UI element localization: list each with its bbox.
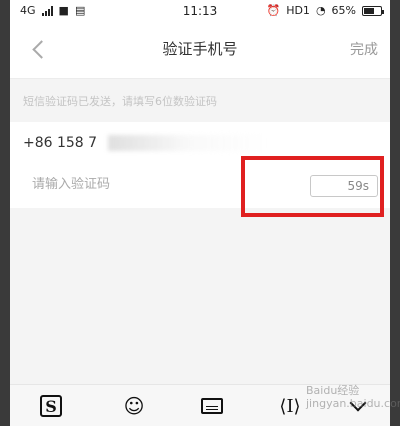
battery-label: 65% [331, 4, 356, 17]
sms-hint: 短信验证码已发送，请填写6位数验证码 [10, 87, 390, 117]
page-title: 验证手机号 [162, 40, 238, 58]
emoji-icon[interactable]: ☺ [122, 394, 146, 418]
battery-icon [362, 5, 384, 16]
annotation-highlight-box [241, 156, 384, 217]
cursor-icon[interactable]: ⟨I⟩ [278, 395, 302, 417]
device-bezel-right [390, 0, 400, 426]
hd-label: HD1 [286, 4, 310, 17]
status-right: ⏰ HD1 ◔ 65% [266, 4, 384, 17]
device-bezel-left [0, 0, 10, 426]
watermark: Baidu经验 jingyan.baidu.com [306, 384, 400, 410]
status-bar: 4G ■ ▤ 11:13 ⏰ HD1 ◔ 65% [10, 0, 390, 22]
phone-number-mask [108, 135, 268, 151]
phone-number: +86 158 7 [23, 135, 98, 151]
wifi-icon: ◔ [315, 4, 326, 17]
verification-code-input[interactable] [32, 177, 232, 192]
nav-bar: 验证手机号 完成 [10, 22, 390, 79]
keyboard-icon[interactable] [200, 395, 224, 417]
sogou-icon[interactable]: S [40, 395, 62, 417]
done-button[interactable]: 完成 [350, 39, 378, 59]
alarm-icon: ⏰ [266, 4, 281, 17]
